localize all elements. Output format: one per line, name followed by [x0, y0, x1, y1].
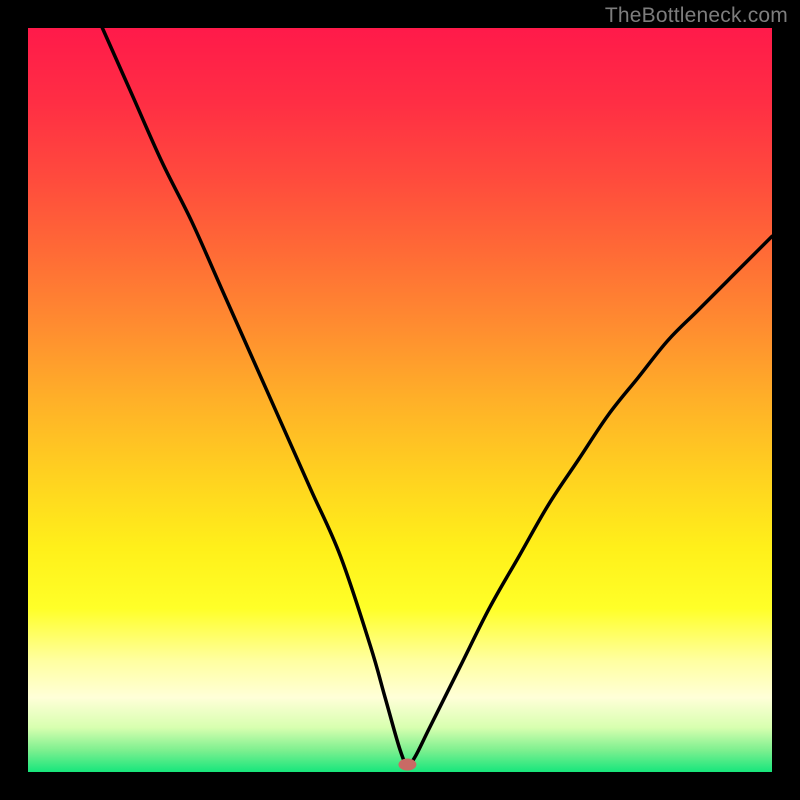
optimal-point-marker [398, 759, 416, 771]
chart-frame: TheBottleneck.com [0, 0, 800, 800]
plot-area [28, 28, 772, 772]
bottleneck-curve [102, 28, 772, 765]
curve-layer [28, 28, 772, 772]
watermark-text: TheBottleneck.com [605, 4, 788, 28]
